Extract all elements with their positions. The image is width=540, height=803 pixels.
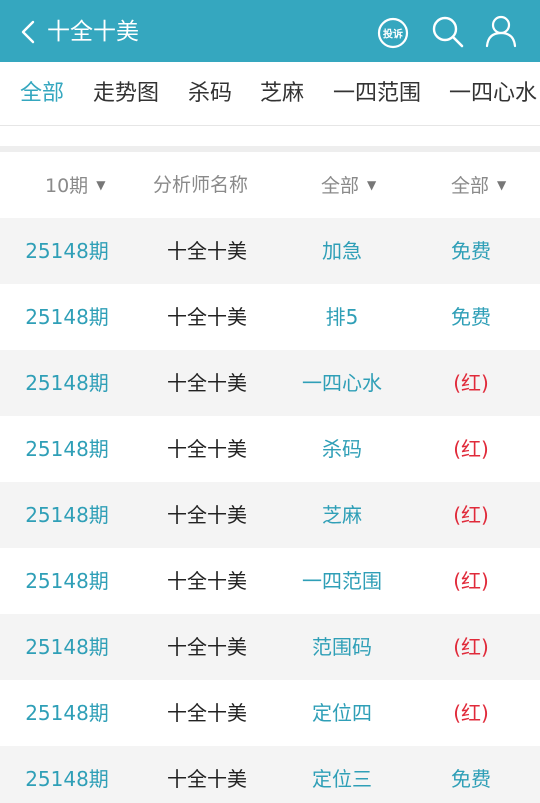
period-filter-label: 10期 xyxy=(45,175,89,197)
table-row[interactable]: 25148期 十全十美 加急 免费 xyxy=(0,218,540,284)
table-row[interactable]: 25148期 十全十美 定位四 (红) xyxy=(0,680,540,746)
analyst-cell: 十全十美 xyxy=(167,635,247,659)
search-icon[interactable] xyxy=(431,15,465,49)
analyst-cell: 十全十美 xyxy=(167,503,247,527)
complain-icon[interactable]: 投诉 xyxy=(377,17,409,49)
issue-cell: 25148期 xyxy=(25,701,109,725)
issue-cell: 25148期 xyxy=(25,635,109,659)
type-filter[interactable]: 全部 ▼ xyxy=(321,170,376,201)
issue-cell: 25148期 xyxy=(25,437,109,461)
status-cell: (红) xyxy=(453,635,489,659)
tab-sesame[interactable]: 芝麻 xyxy=(260,78,304,110)
type-link[interactable]: 杀码 xyxy=(272,416,412,482)
issue-cell: 25148期 xyxy=(25,767,109,791)
caret-down-icon: ▼ xyxy=(96,178,106,192)
analyst-cell: 十全十美 xyxy=(167,239,247,263)
tab-heart-water[interactable]: 一四心水 xyxy=(449,78,537,110)
app-header: 十全十美 投诉 xyxy=(0,0,540,62)
analyst-cell: 十全十美 xyxy=(167,701,247,725)
tab-trend-chart[interactable]: 走势图 xyxy=(93,78,159,110)
issue-cell: 25148期 xyxy=(25,569,109,593)
table-row[interactable]: 25148期 十全十美 一四心水 (红) xyxy=(0,350,540,416)
tab-range[interactable]: 一四范围 xyxy=(333,78,421,110)
issue-cell: 25148期 xyxy=(25,371,109,395)
back-arrow-icon[interactable] xyxy=(16,18,40,46)
status-cell: (红) xyxy=(453,371,489,395)
type-link[interactable]: 定位三 xyxy=(272,746,412,803)
table-row[interactable]: 25148期 十全十美 一四范围 (红) xyxy=(0,548,540,614)
table-row[interactable]: 25148期 十全十美 范围码 (红) xyxy=(0,614,540,680)
status-cell: (红) xyxy=(453,569,489,593)
table-row[interactable]: 25148期 十全十美 杀码 (红) xyxy=(0,416,540,482)
type-link[interactable]: 范围码 xyxy=(272,614,412,680)
type-link[interactable]: 排5 xyxy=(272,284,412,350)
period-filter[interactable]: 10期 ▼ xyxy=(45,170,105,201)
issue-cell: 25148期 xyxy=(25,239,109,263)
analyst-cell: 十全十美 xyxy=(167,767,247,791)
type-link[interactable]: 一四心水 xyxy=(272,350,412,416)
type-link[interactable]: 芝麻 xyxy=(272,482,412,548)
analyst-cell: 十全十美 xyxy=(167,437,247,461)
type-link[interactable]: 一四范围 xyxy=(272,548,412,614)
type-link[interactable]: 加急 xyxy=(272,218,412,284)
analyst-cell: 十全十美 xyxy=(167,305,247,329)
complain-label: 投诉 xyxy=(383,28,403,41)
analyst-column-header: 分析师名称 xyxy=(153,174,249,196)
caret-down-icon: ▼ xyxy=(367,178,377,192)
analyst-cell: 十全十美 xyxy=(167,569,247,593)
analyst-cell: 十全十美 xyxy=(167,371,247,395)
status-cell: (红) xyxy=(453,437,489,461)
status-cell: (红) xyxy=(453,701,489,725)
table-row[interactable]: 25148期 十全十美 排5 免费 xyxy=(0,284,540,350)
category-tabs: 全部 走势图 杀码 芝麻 一四范围 一四心水 xyxy=(0,62,540,126)
tab-all[interactable]: 全部 xyxy=(20,78,64,110)
status-cell: 免费 xyxy=(451,767,491,791)
tab-kill-code[interactable]: 杀码 xyxy=(188,78,232,110)
status-cell: (红) xyxy=(453,503,489,527)
type-filter-label: 全部 xyxy=(321,175,360,197)
status-cell: 免费 xyxy=(451,239,491,263)
page-title: 十全十美 xyxy=(47,19,139,45)
filter-row: 10期 ▼ 分析师名称 全部 ▼ 全部 ▼ xyxy=(0,152,540,218)
issue-cell: 25148期 xyxy=(25,503,109,527)
type-link[interactable]: 定位四 xyxy=(272,680,412,746)
status-filter-label: 全部 xyxy=(451,175,490,197)
user-icon[interactable] xyxy=(484,14,518,48)
status-filter[interactable]: 全部 ▼ xyxy=(451,170,506,201)
caret-down-icon: ▼ xyxy=(497,178,507,192)
issue-cell: 25148期 xyxy=(25,305,109,329)
status-cell: 免费 xyxy=(451,305,491,329)
table-row[interactable]: 25148期 十全十美 芝麻 (红) xyxy=(0,482,540,548)
table-row[interactable]: 25148期 十全十美 定位三 免费 xyxy=(0,746,540,803)
